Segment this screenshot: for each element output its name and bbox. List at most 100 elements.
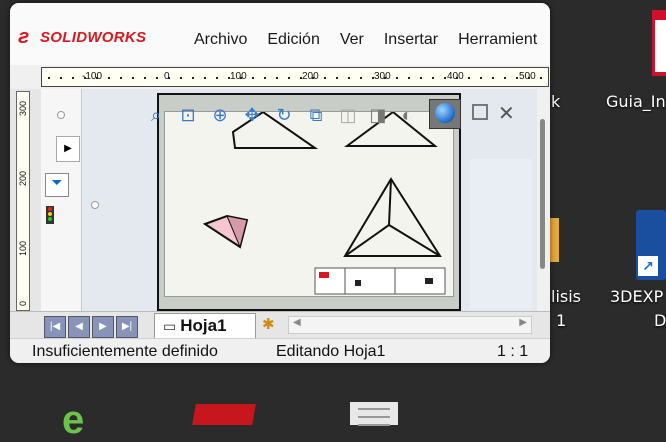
ds-logo-icon: ƨ xyxy=(18,25,30,48)
view-orientation-icon[interactable]: ⧉ xyxy=(305,104,327,126)
appearance-button[interactable] xyxy=(429,99,461,129)
ruler-tick xyxy=(144,77,146,79)
ruler-tick xyxy=(432,77,434,79)
ruler-tick xyxy=(336,77,338,79)
ruler-tick xyxy=(108,77,110,79)
vruler-label: 100 xyxy=(18,240,28,256)
solidworks-logo[interactable]: ƨ SOLIDWORKS xyxy=(18,25,147,48)
ruler-tick xyxy=(204,77,206,79)
vertical-scrollbar[interactable] xyxy=(537,89,550,311)
pdf-file-icon[interactable] xyxy=(655,20,666,72)
folder-icon-edge xyxy=(549,218,559,262)
desktop-label-k[interactable]: k xyxy=(551,92,560,111)
desktop-label-lisis[interactable]: lisis xyxy=(551,287,581,306)
ruler-tick xyxy=(264,77,266,79)
close-view-icon[interactable]: ✕ xyxy=(498,101,515,126)
zoom-to-fit-icon[interactable]: ⌕ xyxy=(145,104,167,126)
menu-archivo[interactable]: Archivo xyxy=(194,31,247,49)
horizontal-ruler: -100 0 100 200 300 400 500 xyxy=(41,67,549,87)
ruler-tick xyxy=(408,77,410,79)
prev-sheet-button[interactable]: ◀ xyxy=(68,316,90,338)
ruler-tick xyxy=(84,77,86,79)
ruler-tick xyxy=(288,77,290,79)
ruler-tick xyxy=(216,77,218,79)
ruler-tick xyxy=(60,77,62,79)
rotate-icon[interactable]: ↻ xyxy=(273,104,295,126)
vruler-label: 200 xyxy=(18,170,28,186)
horizontal-scrollbar[interactable]: ◀ ▶ xyxy=(288,316,532,334)
ruler-tick xyxy=(228,77,230,79)
status-bar: Insuficientemente definido Editando Hoja… xyxy=(10,338,550,363)
red-app-icon[interactable] xyxy=(192,404,256,425)
ruler-tick xyxy=(48,77,50,79)
ruler-tick xyxy=(384,77,386,79)
shortcut-icon[interactable]: ↗ xyxy=(636,210,666,280)
title-bar: ƨ SOLIDWORKS Archivo Edición Ver Inserta… xyxy=(10,3,550,65)
first-sheet-button[interactable]: |◀ xyxy=(44,316,66,338)
ruler-tick xyxy=(72,77,74,79)
ruler-tick xyxy=(240,77,242,79)
expand-arrow-button[interactable]: ▶ xyxy=(56,136,80,162)
ruler-tick xyxy=(444,77,446,79)
ruler-tick xyxy=(180,77,182,79)
hide-show-icon[interactable]: ◐ xyxy=(396,104,418,126)
ruler-tick xyxy=(276,77,278,79)
status-editing: Editando Hoja1 xyxy=(276,343,386,360)
menu-edicion[interactable]: Edición xyxy=(267,31,319,49)
ruler-tick xyxy=(252,77,254,79)
vertical-ruler: 300 200 100 0 xyxy=(16,91,30,311)
heads-up-toolbar: ⌕ ⊡ ⊕ ✥ ↻ ⧉ ◫ ◨ ◐ xyxy=(151,100,470,130)
ruler-tick xyxy=(492,77,494,79)
menu-herramientas[interactable]: Herramient xyxy=(458,31,537,49)
side-view-triangle xyxy=(343,177,442,257)
ruler-tick xyxy=(372,77,374,79)
ruler-tick xyxy=(540,77,542,79)
zoom-in-out-icon[interactable]: ⊕ xyxy=(209,104,231,126)
brand-name: SOLIDWORKS xyxy=(40,28,147,46)
sheet-tab-bar: |◀ ◀ ▶ ▶| ▭ Hoja1 ✱ ◀ ▶ xyxy=(10,311,550,339)
ruler-tick xyxy=(168,77,170,79)
ruler-tick xyxy=(192,77,194,79)
ruler-tick xyxy=(348,77,350,79)
add-sheet-icon[interactable]: ✱ xyxy=(262,315,280,333)
tab-label: Hoja1 xyxy=(180,316,227,335)
ruler-tick xyxy=(132,77,134,79)
ruler-tick xyxy=(96,77,98,79)
document-icon[interactable] xyxy=(350,402,398,426)
filter-icon[interactable]: ⏷ xyxy=(45,173,69,197)
ruler-tick xyxy=(456,77,458,79)
pan-icon[interactable]: ✥ xyxy=(241,104,263,126)
drawing-sheet xyxy=(164,110,454,297)
panel-dot xyxy=(57,111,65,119)
green-app-icon[interactable]: e xyxy=(62,400,108,440)
display-style-icon[interactable]: ◫ xyxy=(337,104,359,126)
zoom-area-icon[interactable]: ⊡ xyxy=(177,104,199,126)
ruler-tick xyxy=(480,77,482,79)
ruler-tick xyxy=(504,77,506,79)
graphics-background xyxy=(470,159,532,309)
ruler-tick xyxy=(468,77,470,79)
restore-window-icon[interactable] xyxy=(472,104,488,120)
sheet-icon: ▭ xyxy=(163,318,177,334)
ruler-label: 200 xyxy=(302,71,319,82)
section-view-icon[interactable]: ◨ xyxy=(367,104,389,126)
desktop-label-guia[interactable]: Guia_In xyxy=(606,92,666,111)
menu-ver[interactable]: Ver xyxy=(340,31,364,49)
globe-icon xyxy=(435,103,455,123)
menu-insertar[interactable]: Insertar xyxy=(384,31,438,49)
desktop-label-3dexp[interactable]: 3DEXP xyxy=(610,287,663,306)
tab-hoja1[interactable]: ▭ Hoja1 xyxy=(154,313,256,339)
status-scale[interactable]: 1 : 1 xyxy=(497,343,528,361)
left-ruler-panel: 300 200 100 0 xyxy=(10,89,41,311)
ruler-tick xyxy=(324,77,326,79)
last-sheet-button[interactable]: ▶| xyxy=(116,316,138,338)
ruler-tick xyxy=(516,77,518,79)
desktop-label-1[interactable]: 1 xyxy=(556,311,566,330)
ruler-tick xyxy=(420,77,422,79)
desktop-label-d[interactable]: D xyxy=(654,311,666,330)
ruler-label: 300 xyxy=(374,71,391,82)
traffic-light-icon xyxy=(46,206,54,224)
ruler-tick xyxy=(528,77,530,79)
next-sheet-button[interactable]: ▶ xyxy=(92,316,114,338)
splitter-dot[interactable] xyxy=(91,201,99,209)
